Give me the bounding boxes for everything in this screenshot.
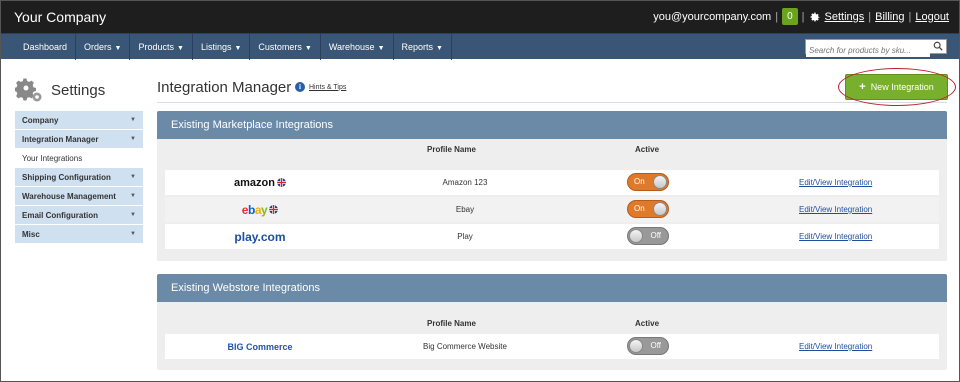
settings-link[interactable]: Settings <box>825 11 865 23</box>
gear-icon <box>810 12 820 21</box>
search-icon[interactable] <box>933 41 943 51</box>
webstore-integrations-panel: Existing Webstore Integrations Profile N… <box>157 274 947 370</box>
amazon-logo: amazon <box>165 170 355 195</box>
caret-down-icon: ▼ <box>130 231 136 237</box>
edit-view-integration-link[interactable]: Edit/View Integration <box>799 170 872 195</box>
separator: | <box>775 10 779 23</box>
nav-products[interactable]: Products ▼ <box>130 34 193 60</box>
sidebar-item-warehouse-management[interactable]: Warehouse Management ▼ <box>15 187 143 206</box>
edit-view-integration-link[interactable]: Edit/View Integration <box>799 224 872 249</box>
profile-name: Big Commerce Website <box>423 342 507 351</box>
edit-view-integration-link[interactable]: Edit/View Integration <box>799 334 872 359</box>
caret-down-icon: ▼ <box>436 45 443 52</box>
table-row: BIG Commerce Big Commerce Website Off Ed… <box>165 334 939 359</box>
notification-badge[interactable]: 0 <box>782 8 798 25</box>
gears-icon <box>15 78 42 102</box>
active-toggle[interactable]: Off <box>627 337 669 355</box>
nav-customers[interactable]: Customers ▼ <box>250 34 321 60</box>
app-window: Your Company you@yourcompany.com | 0 | S… <box>0 0 960 382</box>
caret-down-icon: ▼ <box>130 117 136 123</box>
sidebar-item-integration-manager[interactable]: Integration Manager ▼ <box>15 130 143 149</box>
sidebar-item-company[interactable]: Company ▼ <box>15 111 143 130</box>
top-bar: Your Company you@yourcompany.com | 0 | S… <box>1 1 959 33</box>
nav-listings[interactable]: Listings ▼ <box>193 34 251 60</box>
nav-orders[interactable]: Orders ▼ <box>76 34 131 60</box>
caret-down-icon: ▼ <box>234 45 242 52</box>
caret-down-icon: ▼ <box>130 136 136 142</box>
table-row: ebay Ebay On Edit/View Integration <box>165 197 939 222</box>
settings-heading: Settings <box>15 77 105 103</box>
hints-link[interactable]: Hints & Tips <box>309 84 346 91</box>
column-header-profile: Profile Name <box>427 145 476 154</box>
active-toggle[interactable]: On <box>627 200 669 218</box>
nav-reports[interactable]: Reports ▼ <box>394 34 452 60</box>
active-toggle[interactable]: Off <box>627 227 669 245</box>
caret-down-icon: ▼ <box>304 45 312 52</box>
divider <box>157 102 947 103</box>
caret-down-icon: ▼ <box>130 193 136 199</box>
active-toggle[interactable]: On <box>627 173 669 191</box>
table-row: play.com Play Off Edit/View Integration <box>165 224 939 249</box>
separator: | <box>801 10 805 23</box>
sidebar-item-email-configuration[interactable]: Email Configuration ▼ <box>15 206 143 225</box>
user-area: you@yourcompany.com | 0 | Settings | Bil… <box>653 8 949 25</box>
ebay-logo: ebay <box>165 197 355 222</box>
nav-warehouse[interactable]: Warehouse ▼ <box>321 34 394 60</box>
product-search <box>805 39 947 57</box>
user-email: you@yourcompany.com <box>653 10 772 23</box>
company-name: Your Company <box>14 9 107 25</box>
nav-dashboard[interactable]: Dashboard <box>15 34 77 60</box>
hints-tips[interactable]: i Hints & Tips <box>295 82 346 92</box>
sidebar-item-your-integrations[interactable]: Your Integrations <box>15 149 143 168</box>
search-input[interactable] <box>806 44 930 57</box>
plus-icon: + <box>859 81 866 93</box>
marketplace-integrations-panel: Existing Marketplace Integrations Profil… <box>157 111 947 261</box>
separator: | <box>908 10 912 23</box>
panel-header: Existing Marketplace Integrations <box>157 111 947 139</box>
table-row: amazon Amazon 123 On Edit/View Integrati… <box>165 170 939 195</box>
settings-sidebar: Company ▼ Integration Manager ▼ Your Integ… <box>15 111 143 244</box>
main-nav: Dashboard Orders ▼ Products ▼ Listings ▼ Cu… <box>15 34 452 60</box>
sidebar-item-shipping-configuration[interactable]: Shipping Configuration ▼ <box>15 168 143 187</box>
play-com-logo: play.com <box>234 229 286 244</box>
settings-title: Settings <box>51 81 106 99</box>
caret-down-icon: ▼ <box>377 45 385 52</box>
new-integration-button[interactable]: + New Integration <box>845 74 948 100</box>
profile-name: Ebay <box>455 205 475 214</box>
column-header-active: Active <box>635 145 660 154</box>
separator: | <box>868 10 872 23</box>
caret-down-icon: ▼ <box>114 45 122 52</box>
column-header-profile: Profile Name <box>427 319 476 328</box>
profile-name: Play <box>457 232 473 241</box>
main-nav-bar: Dashboard Orders ▼ Products ▼ Listings ▼ Cu… <box>1 33 959 60</box>
logout-link[interactable]: Logout <box>915 11 949 23</box>
billing-link[interactable]: Billing <box>875 11 904 23</box>
ebay-wordmark: ebay <box>241 202 268 217</box>
caret-down-icon: ▼ <box>130 174 136 180</box>
profile-name: Amazon 123 <box>442 178 488 187</box>
column-header-active: Active <box>635 319 660 328</box>
panel-header: Existing Webstore Integrations <box>157 274 947 302</box>
edit-view-integration-link[interactable]: Edit/View Integration <box>799 197 872 222</box>
caret-down-icon: ▼ <box>177 45 184 52</box>
bigcommerce-logo: BIG Commerce <box>227 341 293 352</box>
info-icon: i <box>295 82 305 92</box>
uk-flag-icon <box>276 178 286 187</box>
page-title: Integration Manager <box>157 79 292 96</box>
uk-flag-icon <box>269 205 279 214</box>
caret-down-icon: ▼ <box>130 212 136 218</box>
sidebar-item-misc[interactable]: Misc ▼ <box>15 225 143 244</box>
